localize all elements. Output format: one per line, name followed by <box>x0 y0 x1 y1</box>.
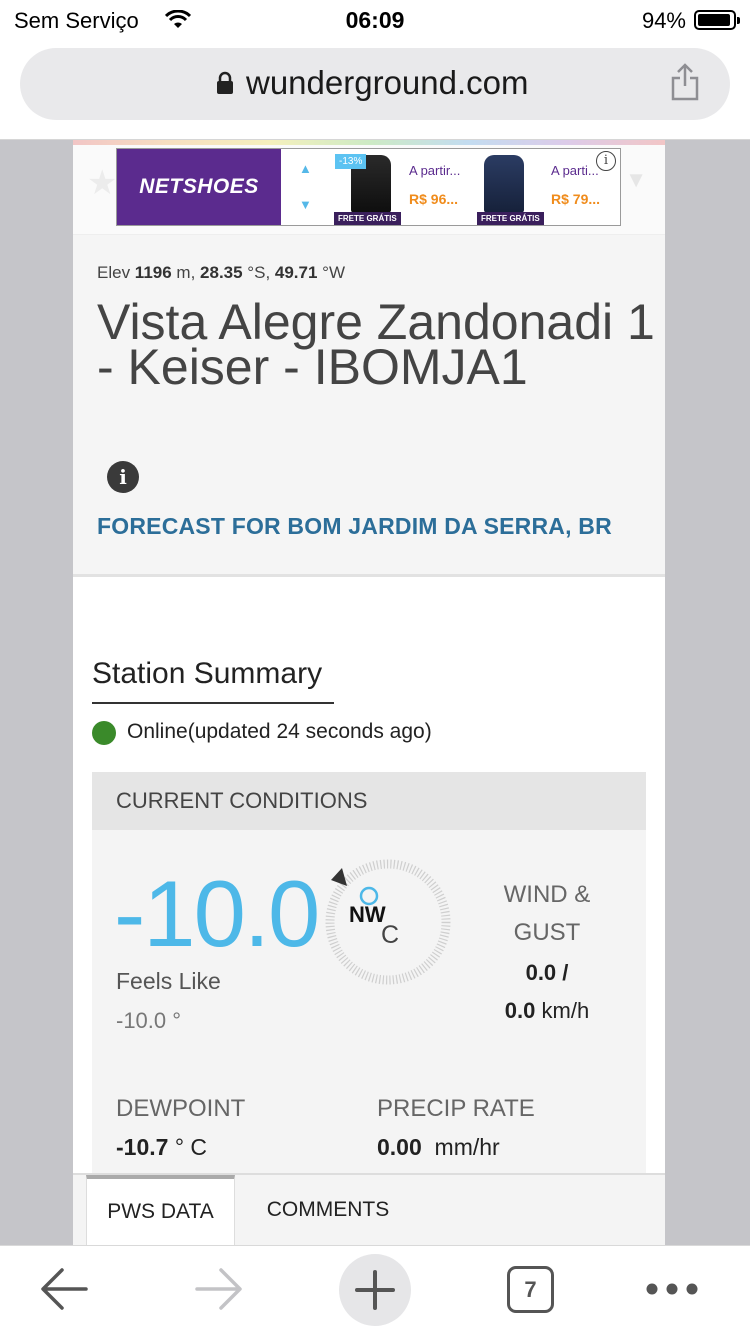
gust-speed: 0.0 <box>504 998 536 1023</box>
battery-icon <box>694 10 740 30</box>
station-name: Vista Alegre Zandonadi 1 - Keiser - IBOM… <box>97 294 655 395</box>
current-conditions-label: CURRENT CONDITIONS <box>116 788 368 813</box>
plus-icon <box>355 1270 395 1310</box>
ad-item1-from[interactable]: A partir... <box>409 163 460 178</box>
share-icon[interactable] <box>670 62 700 107</box>
ad-item2-price[interactable]: R$ 79... <box>551 191 600 207</box>
tab-comments[interactable]: COMMENTS <box>248 1175 408 1245</box>
caret-down-icon: ▼ <box>625 167 647 192</box>
precip-rate-value-line: 0.00 mm/hr <box>377 1134 500 1160</box>
ad-info-icon[interactable]: i <box>596 151 616 171</box>
longitude-value: 49.71 <box>274 263 318 282</box>
status-time: 06:09 <box>345 7 405 33</box>
tab-switcher-button[interactable]: 7 <box>507 1266 554 1313</box>
station-header: Elev 1196 m, 28.35 °S, 49.71 °W Vista Al… <box>73 235 665 577</box>
dewpoint-label: DEWPOINT <box>116 1095 246 1122</box>
temperature-unit: C <box>381 921 400 949</box>
title-underline <box>92 702 334 704</box>
precip-rate-label: PRECIP RATE <box>377 1095 535 1122</box>
forecast-link[interactable]: FORECAST FOR BOM JARDIM DA SERRA, BR <box>97 513 612 540</box>
lock-icon <box>216 71 234 100</box>
wind-gust-values: 0.0 / 0.0 km/h <box>504 960 590 1023</box>
elevation-value: 1196 <box>134 263 172 282</box>
wind-unit: km/h <box>535 998 590 1023</box>
current-conditions-header: CURRENT CONDITIONS <box>92 772 646 830</box>
ad-discount-badge: -13% <box>335 154 367 169</box>
station-tabs: PWS DATA COMMENTS <box>73 1173 665 1245</box>
battery-percent: 94% <box>641 8 686 33</box>
current-temperature: -10.0 <box>114 861 320 966</box>
ad-free-shipping: FRETE GRÁTIS <box>477 212 544 225</box>
wind-gust-label: WIND & GUST <box>503 881 591 946</box>
ad-item2-from[interactable]: A parti... <box>551 163 599 178</box>
address-bar[interactable]: wunderground.com <box>20 48 730 120</box>
precip-rate-value: 0.00 <box>377 1134 422 1160</box>
ad-free-shipping: FRETE GRÁTIS <box>334 212 401 225</box>
status-bar: Sem Serviço 06:09 94% <box>0 0 750 40</box>
browser-toolbar: 7 <box>0 1245 750 1334</box>
feels-like-label: Feels Like <box>116 968 221 994</box>
online-status-text: Online(updated 24 seconds ago) <box>127 720 432 743</box>
ad-jacket-image[interactable] <box>484 155 524 213</box>
tab-pws-data[interactable]: PWS DATA <box>86 1175 235 1245</box>
dewpoint-value: -10.7 <box>116 1134 169 1160</box>
dewpoint-value-line: -10.7 ° C <box>116 1134 208 1160</box>
ad-band: ★ ▼ NETSHOES ▲ ▼ -13% FRETE GRÁTIS A par… <box>73 145 665 235</box>
ad-arrow-up-icon[interactable]: ▲ <box>299 161 312 176</box>
station-summary-title: Station Summary <box>92 657 323 690</box>
ad-item1-price[interactable]: R$ 96... <box>409 191 458 207</box>
current-conditions-panel: -10.0 NW C Feels Like -10.0 ° WIND & GUS… <box>92 830 646 1180</box>
web-page: ★ ▼ NETSHOES ▲ ▼ -13% FRETE GRÁTIS A par… <box>73 140 665 1245</box>
info-icon[interactable]: i <box>107 461 139 493</box>
star-icon: ★ <box>87 164 118 202</box>
online-status-dot <box>92 721 116 745</box>
more-options-icon[interactable] <box>645 1280 699 1303</box>
new-tab-button[interactable] <box>339 1254 411 1326</box>
station-elevation: Elev 1196 m, 28.35 °S, 49.71 °W <box>97 263 346 282</box>
latitude-value: 28.35 <box>200 263 243 282</box>
ad-brand-logo[interactable]: NETSHOES <box>117 149 281 225</box>
netshoes-ad[interactable]: NETSHOES ▲ ▼ -13% FRETE GRÁTIS A partir.… <box>116 148 621 226</box>
url-text[interactable]: wunderground.com <box>246 64 529 102</box>
forward-arrow-icon[interactable] <box>193 1266 245 1317</box>
browser-address-area: wunderground.com <box>0 40 750 140</box>
back-arrow-icon[interactable] <box>38 1266 90 1317</box>
ad-arrow-down-icon[interactable]: ▼ <box>299 197 312 212</box>
wind-speed: 0.0 <box>525 960 557 985</box>
feels-like-value: -10.0 ° <box>116 1008 182 1033</box>
